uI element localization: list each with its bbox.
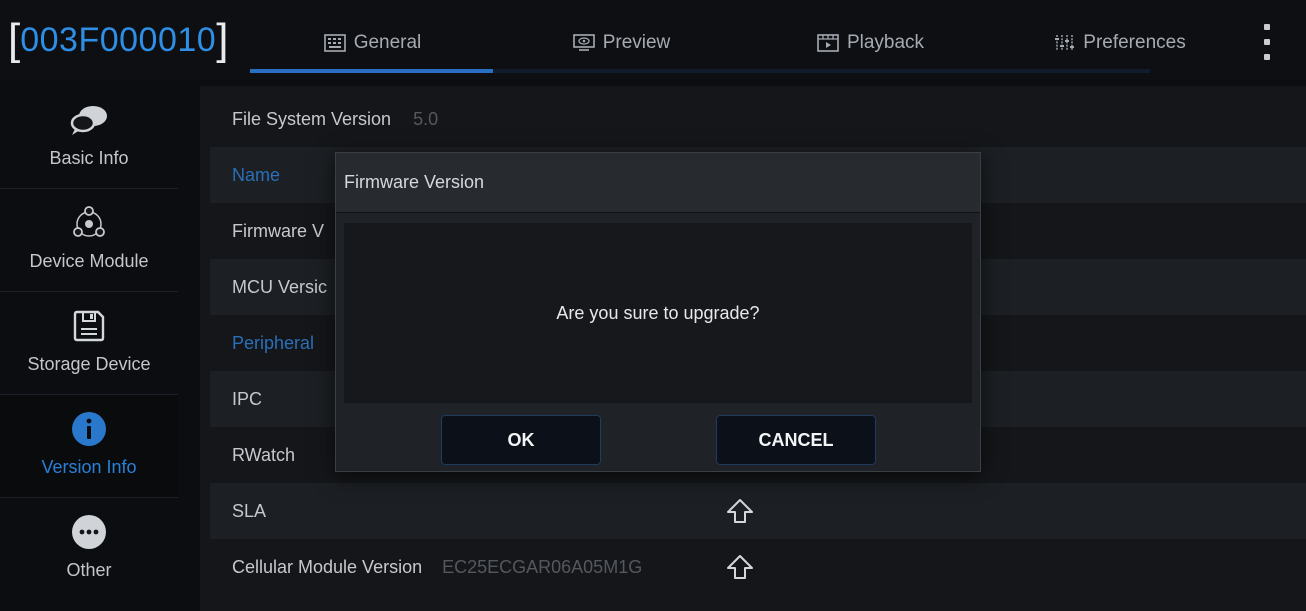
- app-window: [ 003F000010 ] General Preview Playback …: [0, 0, 1306, 611]
- device-id-text: 003F000010: [20, 21, 217, 59]
- row-label: File System Version: [232, 108, 392, 129]
- sidebar-item-device-module[interactable]: Device Module: [0, 189, 178, 292]
- top-bar: [ 003F000010 ] General Preview Playback …: [0, 0, 1306, 80]
- row-label: Firmware V: [232, 220, 325, 241]
- menu-dot: [1264, 54, 1270, 60]
- cancel-button[interactable]: CANCEL: [716, 415, 876, 465]
- row-value: EC25ECGAR06A05M1G: [442, 556, 643, 577]
- tab-preview[interactable]: Preview: [499, 14, 744, 72]
- sidebar-item-label: Version Info: [41, 457, 137, 477]
- info-icon: [72, 412, 106, 446]
- sidebar-item-basic-info[interactable]: Basic Info: [0, 86, 178, 189]
- active-tab-indicator: [250, 69, 493, 73]
- upgrade-arrow-icon[interactable]: [725, 553, 755, 583]
- row-label: MCU Versic: [232, 276, 328, 297]
- tab-underline: [250, 69, 1150, 73]
- keyboard-icon: [323, 34, 346, 52]
- sidebar-item-other[interactable]: Other: [0, 498, 178, 601]
- menu-dot: [1264, 39, 1270, 45]
- chat-bubble-icon: [70, 106, 107, 135]
- film-icon: [817, 34, 839, 52]
- sidebar-item-label: Other: [66, 560, 112, 580]
- sidebar-item-label: Basic Info: [49, 148, 129, 168]
- tab-preferences-label: Preferences: [1083, 32, 1186, 53]
- sliders-icon: [1055, 35, 1075, 51]
- row-value: 5.0: [413, 108, 439, 129]
- dialog-title: Firmware Version: [336, 153, 980, 213]
- tab-general[interactable]: General: [250, 14, 495, 72]
- list-item: SLA: [210, 483, 1306, 539]
- bracket-close: ]: [216, 15, 229, 64]
- sidebar-item-storage-device[interactable]: Storage Device: [0, 292, 178, 395]
- list-item: Cellular Module Version EC25ECGAR06A05M1…: [210, 539, 1306, 595]
- ok-button[interactable]: OK: [441, 415, 601, 465]
- sidebar-item-label: Device Module: [29, 251, 149, 271]
- sidebar-item-version-info[interactable]: Version Info: [0, 395, 178, 498]
- more-menu-icon[interactable]: [1258, 24, 1276, 60]
- tab-preferences[interactable]: Preferences: [997, 14, 1242, 72]
- dialog-message: Are you sure to upgrade?: [344, 223, 972, 403]
- monitor-eye-icon: [572, 34, 595, 51]
- row-label: Cellular Module Version: [232, 556, 423, 577]
- confirm-upgrade-dialog: Firmware Version Are you sure to upgrade…: [335, 152, 981, 472]
- tab-playback-label: Playback: [846, 32, 925, 53]
- device-id-title: [ 003F000010 ]: [8, 14, 228, 66]
- tab-general-label: General: [353, 32, 422, 53]
- sidebar: Basic Info Device Module Storage Device …: [0, 86, 178, 611]
- section-label: Peripheral: [232, 332, 315, 353]
- row-label: IPC: [232, 388, 263, 409]
- tab-bar: General Preview Playback Preferences: [250, 14, 1250, 72]
- sidebar-item-label: Storage Device: [27, 354, 151, 374]
- bracket-open: [: [8, 15, 21, 64]
- ellipsis-circle-icon: [72, 515, 106, 549]
- upgrade-arrow-icon[interactable]: [725, 497, 755, 527]
- tab-playback[interactable]: Playback: [748, 14, 993, 72]
- row-label: SLA: [232, 500, 267, 521]
- section-label: Name: [232, 164, 281, 185]
- list-item: File System Version 5.0: [210, 91, 1306, 147]
- floppy-disk-icon: [73, 310, 105, 342]
- row-label: RWatch: [232, 444, 296, 465]
- module-network-icon: [73, 206, 105, 237]
- menu-dot: [1264, 24, 1270, 30]
- tab-preview-label: Preview: [602, 32, 671, 53]
